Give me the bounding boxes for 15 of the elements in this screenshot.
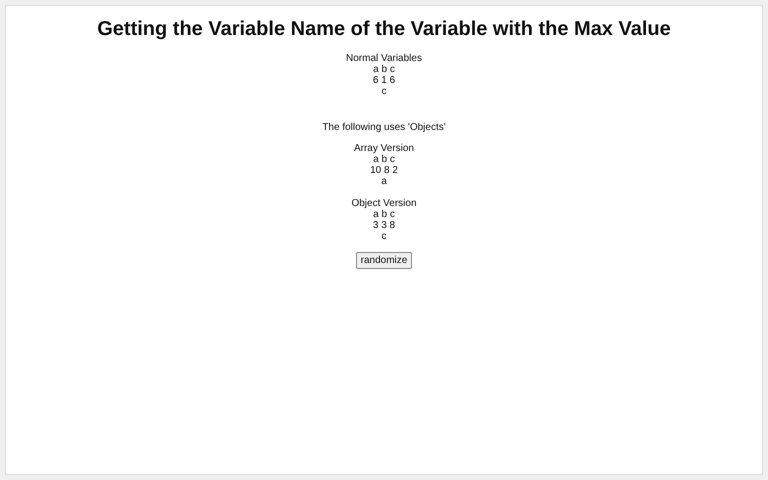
max-variable-name: c — [381, 231, 386, 242]
variable-values: 10 8 2 — [370, 165, 398, 176]
variable-values: 3 3 8 — [372, 220, 396, 231]
note-text: The following uses 'Objects' — [322, 122, 446, 133]
max-variable-name: a — [381, 176, 387, 187]
variable-names: a b c — [373, 154, 395, 165]
variable-names: a b c — [373, 64, 395, 75]
variable-names: a b c — [373, 209, 395, 220]
section-heading: Object Version — [351, 198, 417, 209]
page-title: Getting the Variable Name of the Variable with the Max Value — [97, 18, 671, 41]
section-heading: Normal Variables — [346, 53, 422, 64]
variable-values: 6 1 6 — [372, 75, 396, 86]
max-variable-name: c — [381, 86, 386, 97]
section-heading: Array Version — [354, 143, 414, 154]
randomize-button[interactable]: randomize — [356, 252, 412, 269]
